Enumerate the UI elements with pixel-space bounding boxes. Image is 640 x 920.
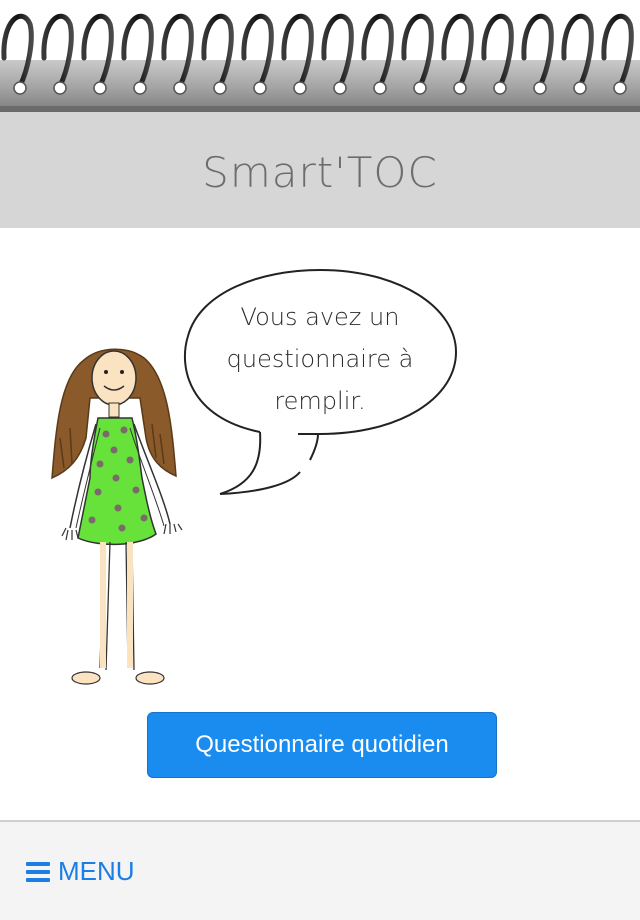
app-title: Smart'TOC: [202, 147, 438, 197]
spiral-hole: [493, 81, 507, 95]
spiral-hole: [173, 81, 187, 95]
spiral-binding: [0, 0, 640, 112]
menu-button[interactable]: MENU: [26, 856, 135, 887]
hamburger-icon: [26, 861, 50, 882]
spiral-hole: [613, 81, 627, 95]
speech-line-3: remplir.: [274, 387, 366, 415]
spiral-hole: [333, 81, 347, 95]
spiral-hole: [213, 81, 227, 95]
footer-bar: MENU: [0, 820, 640, 920]
spiral-hole: [573, 81, 587, 95]
spiral-hole: [413, 81, 427, 95]
speech-line-2: questionnaire à: [226, 345, 414, 373]
spiral-hole: [373, 81, 387, 95]
spiral-hole: [253, 81, 267, 95]
spiral-hole: [53, 81, 67, 95]
girl-illustration-icon: [51, 348, 183, 685]
speech-line-1: Vous avez un: [240, 303, 400, 331]
spiral-hole: [293, 81, 307, 95]
app-header: Smart'TOC: [0, 112, 640, 228]
speech-bubble-text: Vous avez un questionnaire à remplir.: [204, 296, 436, 422]
spiral-hole: [453, 81, 467, 95]
spiral-hole: [533, 81, 547, 95]
spiral-hole: [93, 81, 107, 95]
spiral-binding-graphic: [0, 13, 640, 112]
daily-questionnaire-button[interactable]: Questionnaire quotidien: [147, 712, 497, 778]
spiral-hole: [133, 81, 147, 95]
menu-label: MENU: [58, 856, 135, 886]
spiral-hole: [13, 81, 27, 95]
main-content: Vous avez un questionnaire à remplir. Qu…: [0, 228, 640, 820]
